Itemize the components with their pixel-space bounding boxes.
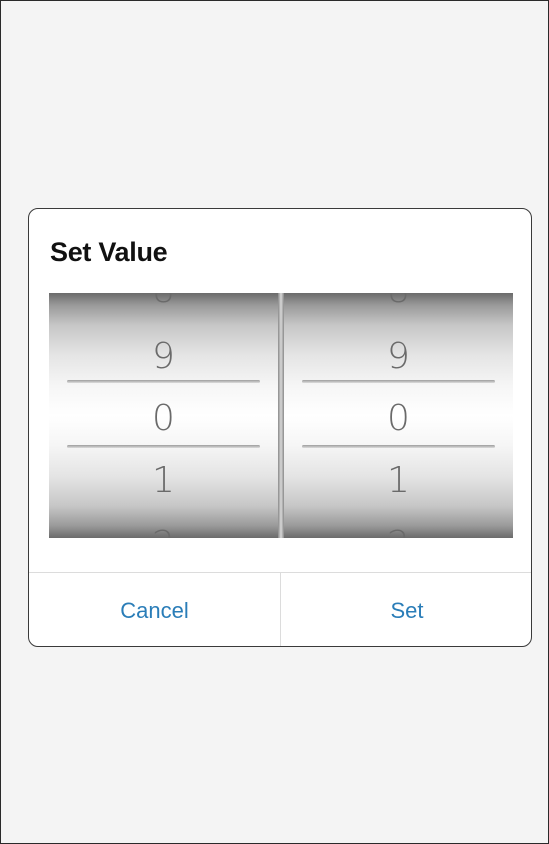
- picker-wheel-1[interactable]: 8 9 0 1 2: [49, 293, 278, 538]
- wheel-1-digit-prev2[interactable]: 8: [49, 293, 278, 309]
- set-button[interactable]: Set: [281, 573, 531, 646]
- picker-wheel-2[interactable]: 8 9 0 1 2: [284, 293, 513, 538]
- wheel-1-digit-prev1[interactable]: 9: [49, 339, 278, 375]
- wheel-2-digit-next2[interactable]: 2: [284, 527, 513, 539]
- screen-background: Set Value 8 9 0 1 2 8 9 0 1 2: [0, 0, 549, 844]
- wheel-1-selection-bottom-line: [67, 445, 260, 448]
- dialog-actions: Cancel Set: [29, 572, 531, 646]
- wheel-2-selection-top-line: [302, 380, 495, 383]
- wheel-2-selection-bottom-line: [302, 445, 495, 448]
- wheel-1-selection-top-line: [67, 380, 260, 383]
- cancel-button[interactable]: Cancel: [29, 573, 280, 646]
- wheel-2-digit-next1[interactable]: 1: [284, 463, 513, 499]
- wheel-2-digit-prev1[interactable]: 9: [284, 339, 513, 375]
- dialog-title: Set Value: [50, 237, 168, 267]
- set-value-dialog: Set Value 8 9 0 1 2 8 9 0 1 2: [28, 208, 532, 647]
- wheel-2-digit-prev2[interactable]: 8: [284, 293, 513, 309]
- wheel-1-digit-next2[interactable]: 2: [49, 527, 278, 539]
- number-picker: 8 9 0 1 2 8 9 0 1 2: [49, 293, 513, 538]
- wheel-1-digit-next1[interactable]: 1: [49, 463, 278, 499]
- wheel-1-digit-selected[interactable]: 0: [49, 401, 278, 437]
- wheel-2-digit-selected[interactable]: 0: [284, 401, 513, 437]
